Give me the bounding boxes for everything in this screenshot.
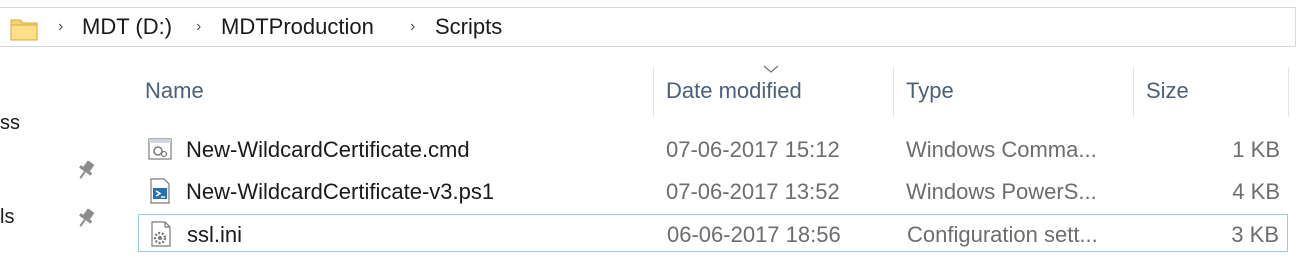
column-divider[interactable]: [1133, 67, 1134, 117]
breadcrumb-separator[interactable]: ›: [410, 18, 415, 36]
folder-icon: [10, 19, 38, 41]
pin-icon[interactable]: [74, 158, 98, 182]
powershell-file-icon: [150, 178, 170, 204]
column-header-size[interactable]: Size: [1146, 78, 1189, 104]
breadcrumb-scripts[interactable]: Scripts: [435, 14, 502, 40]
file-date: 07-06-2017 13:52: [666, 179, 840, 204]
file-size: 3 KB: [1231, 222, 1279, 247]
file-row-selected[interactable]: ssl.ini 06-06-2017 18:56 Configuration s…: [138, 214, 1288, 252]
file-date: 07-06-2017 15:12: [666, 137, 840, 162]
config-file-icon: [151, 221, 171, 247]
file-name[interactable]: ssl.ini: [187, 222, 242, 248]
file-row[interactable]: New-WildcardCertificate-v3.ps1 07-06-201…: [138, 172, 1288, 210]
column-divider[interactable]: [653, 67, 654, 117]
file-row[interactable]: New-WildcardCertificate.cmd 07-06-2017 1…: [138, 130, 1288, 168]
pin-icon[interactable]: [74, 206, 98, 230]
cmd-file-icon: [148, 138, 172, 160]
nav-item-fragment[interactable]: ls: [0, 206, 14, 229]
file-name[interactable]: New-WildcardCertificate.cmd: [186, 137, 470, 163]
column-divider[interactable]: [893, 67, 894, 117]
column-header-name[interactable]: Name: [145, 78, 204, 104]
file-type: Windows PowerS...: [906, 179, 1097, 204]
column-header-date-modified[interactable]: Date modified: [666, 78, 802, 104]
file-size: 4 KB: [1232, 179, 1280, 204]
breadcrumb-separator[interactable]: ›: [196, 18, 201, 36]
file-type: Configuration sett...: [907, 222, 1098, 247]
column-divider[interactable]: [1288, 67, 1289, 117]
breadcrumb-drive[interactable]: MDT (D:): [82, 14, 172, 40]
address-bar[interactable]: › MDT (D:) › MDTProduction › Scripts: [0, 7, 1296, 47]
breadcrumb-separator[interactable]: ›: [58, 18, 63, 36]
nav-item-fragment[interactable]: ss: [0, 112, 20, 135]
file-type: Windows Comma...: [906, 137, 1097, 162]
file-size: 1 KB: [1232, 137, 1280, 162]
file-date: 06-06-2017 18:56: [667, 222, 841, 247]
breadcrumb-mdtproduction[interactable]: MDTProduction: [221, 14, 374, 40]
column-header-type[interactable]: Type: [906, 78, 954, 104]
sort-chevron-icon: [763, 65, 779, 73]
file-name[interactable]: New-WildcardCertificate-v3.ps1: [186, 179, 494, 205]
